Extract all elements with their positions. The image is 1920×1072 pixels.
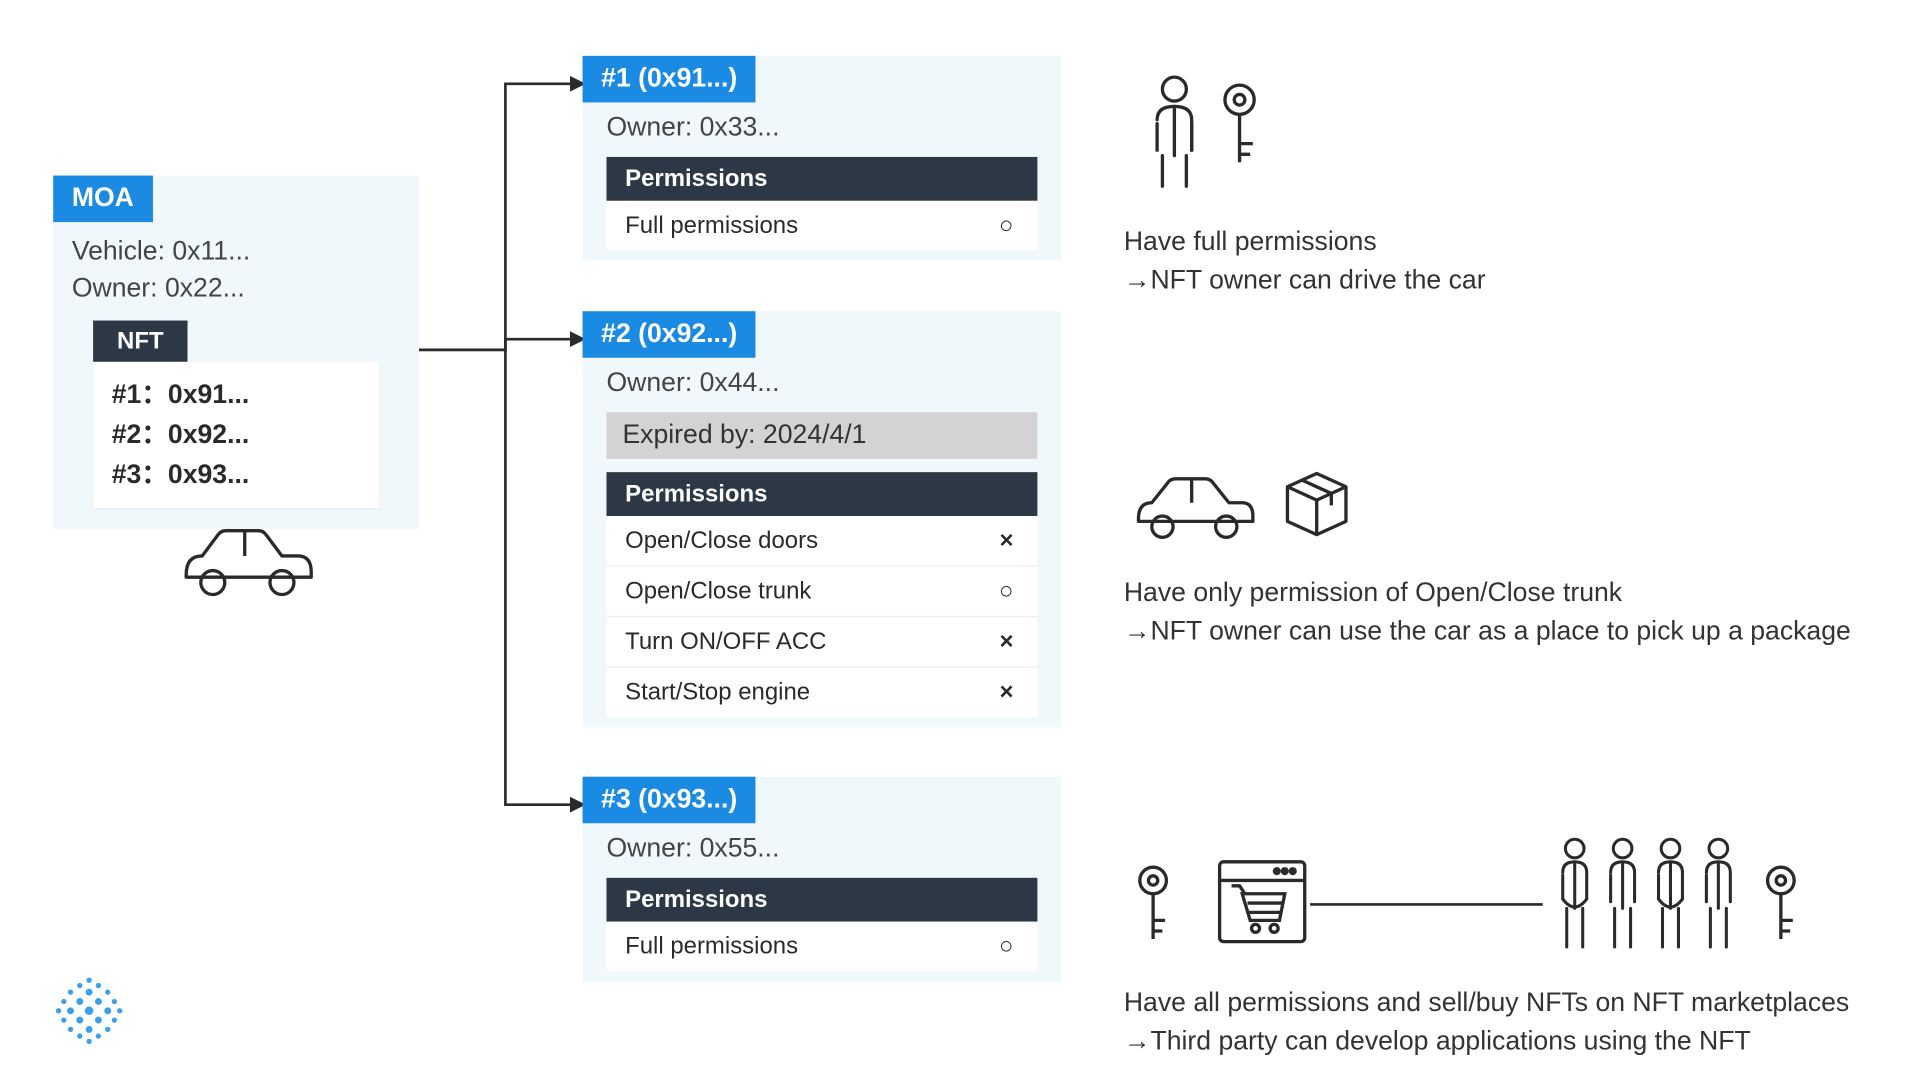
perm-row: Turn ON/OFF ACC × <box>606 617 1037 668</box>
nft2-badge: #2 (0x92...) <box>583 311 756 358</box>
anno1-line1: Have full permissions <box>1124 223 1486 262</box>
perm-mark: × <box>999 527 1018 555</box>
nft2-perm-head: Permissions <box>606 472 1037 516</box>
people-group-icon <box>1549 835 1749 961</box>
nft1-perm-head: Permissions <box>606 157 1037 201</box>
anno3-line2: →Third party can develop applications us… <box>1124 1023 1849 1062</box>
perm-mark: ○ <box>999 932 1019 960</box>
key-icon <box>1128 862 1179 947</box>
perm-label: Full permissions <box>625 932 798 960</box>
annotation-1: Have full permissions →NFT owner can dri… <box>1124 223 1486 300</box>
nft3-owner: Owner: 0x55... <box>583 823 1062 878</box>
anno3-line1: Have all permissions and sell/buy NFTs o… <box>1124 984 1849 1023</box>
nft-list: #1：0x91... #2：0x92... #3：0x93... <box>93 362 379 508</box>
anno1-line2: →NFT owner can drive the car <box>1124 262 1486 301</box>
car-icon <box>1128 468 1261 542</box>
nft-card-2: #2 (0x92...) Owner: 0x44... Expired by: … <box>583 311 1062 727</box>
person-icon <box>1146 73 1202 193</box>
moa-badge: MOA <box>53 176 152 223</box>
package-icon <box>1279 466 1353 540</box>
perm-label: Start/Stop engine <box>625 678 810 706</box>
moa-vehicle: Vehicle: 0x11... <box>72 233 401 270</box>
perm-mark: ○ <box>999 211 1019 239</box>
key-icon <box>1213 80 1266 173</box>
perm-row: Full permissions ○ <box>606 922 1037 971</box>
nft2-expired: Expired by: 2024/4/1 <box>606 412 1037 459</box>
nft-list-entry: #2：0x92... <box>112 415 361 455</box>
anno2-line2: →NFT owner can use the car as a place to… <box>1124 613 1851 652</box>
perm-mark: × <box>999 678 1018 706</box>
nft-card-3: #3 (0x93...) Owner: 0x55... Permissions … <box>583 777 1062 982</box>
nft-card-1: #1 (0x91...) Owner: 0x33... Permissions … <box>583 56 1062 261</box>
perm-label: Open/Close doors <box>625 527 818 555</box>
car-icon <box>173 519 319 601</box>
perm-row: Full permissions ○ <box>606 201 1037 250</box>
annotation-3: Have all permissions and sell/buy NFTs o… <box>1124 984 1849 1061</box>
key-icon <box>1756 862 1807 947</box>
anno2-line1: Have only permission of Open/Close trunk <box>1124 575 1851 614</box>
nft1-owner: Owner: 0x33... <box>583 102 1062 157</box>
nft-list-entry: #1：0x91... <box>112 375 361 415</box>
nft3-perm-head: Permissions <box>606 878 1037 922</box>
nft2-owner: Owner: 0x44... <box>583 358 1062 413</box>
nft1-badge: #1 (0x91...) <box>583 56 756 103</box>
annotation-2: Have only permission of Open/Close trunk… <box>1124 575 1851 652</box>
moa-card: MOA Vehicle: 0x11... Owner: 0x22... NFT … <box>53 176 419 530</box>
brand-dot-logo-icon <box>51 972 128 1049</box>
nft-tab: NFT <box>93 321 187 362</box>
perm-label: Turn ON/OFF ACC <box>625 628 826 656</box>
perm-row: Start/Stop engine × <box>606 668 1037 717</box>
moa-owner: Owner: 0x22... <box>72 270 401 307</box>
perm-label: Full permissions <box>625 211 798 239</box>
nft3-badge: #3 (0x93...) <box>583 777 756 824</box>
perm-mark: × <box>999 628 1018 656</box>
perm-mark: ○ <box>999 577 1019 605</box>
perm-row: Open/Close trunk ○ <box>606 567 1037 618</box>
perm-label: Open/Close trunk <box>625 577 811 605</box>
nft-list-entry: #3：0x93... <box>112 455 361 495</box>
perm-row: Open/Close doors × <box>606 516 1037 567</box>
marketplace-icon <box>1213 854 1311 952</box>
